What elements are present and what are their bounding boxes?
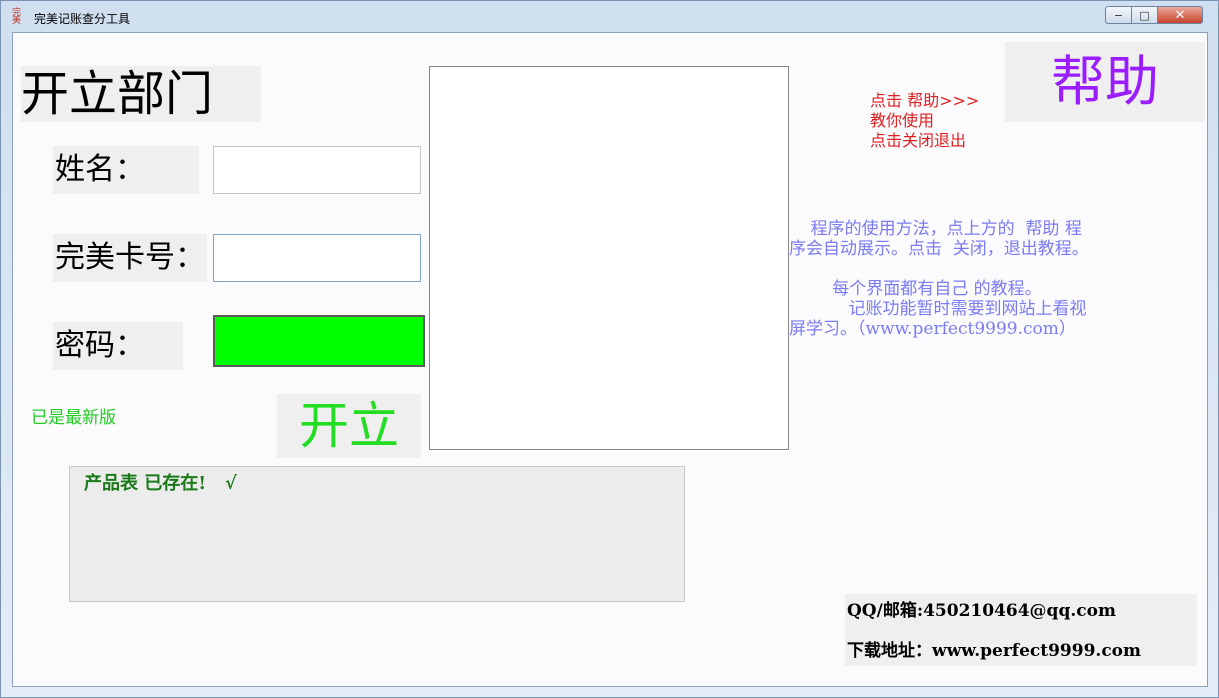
contact-download-url: 下载地址：www.perfect9999.com [847,641,1142,661]
help-hint: 点击 帮助>>> 教你使用 点击关闭退出 [870,91,979,151]
password-input[interactable] [213,315,425,367]
instructions-paragraph: 程序的使用方法，点上方的 帮助 程 序会自动展示。点击 关闭，退出教程。 [789,219,1089,259]
minimize-icon: − [1113,8,1124,22]
app-window: 完美 完美记账查分工具 − □ ✕ 开立部门 姓名： 完美卡号： 密码： 已是最… [0,0,1219,698]
password-label: 密码： [53,322,183,370]
name-label: 姓名： [53,146,199,194]
status-log-message: 产品表 已存在! √ [84,473,237,494]
card-number-label: 完美卡号： [53,234,207,282]
client-area: 开立部门 姓名： 完美卡号： 密码： 已是最新版 开立 产品表 已存在! √ 点… [12,32,1208,687]
page-title: 开立部门 [21,66,261,122]
help-button[interactable]: 帮助 [1005,42,1205,122]
help-hint-line: 点击关闭退出 [870,131,967,150]
open-account-button[interactable]: 开立 [277,394,421,458]
maximize-icon: □ [1139,8,1150,22]
app-logo-icon: 完美 [12,8,22,26]
help-hint-line: 点击 帮助>>> [870,91,980,110]
contact-qq-email: QQ/邮箱:450210464@qq.com [847,601,1116,621]
instructions-paragraph: 每个界面都有自己 的教程。 记账功能暂时需要到网站上看视 屏学习。（www.pe… [789,279,1087,339]
status-log-box[interactable]: 产品表 已存在! √ [69,466,685,602]
name-input[interactable] [213,146,421,194]
title-bar[interactable]: 完美 完美记账查分工具 − □ ✕ [1,1,1218,32]
help-hint-line: 教你使用 [870,111,935,130]
preview-panel [429,66,789,450]
minimize-button[interactable]: − [1105,6,1132,24]
window-title: 完美记账查分工具 [34,12,131,26]
close-button[interactable]: ✕ [1157,6,1203,24]
close-icon: ✕ [1174,7,1186,23]
maximize-button[interactable]: □ [1131,6,1158,24]
contact-panel: QQ/邮箱:450210464@qq.com 下载地址：www.perfect9… [845,594,1197,666]
version-status: 已是最新版 [31,408,116,428]
card-number-input[interactable] [213,234,421,282]
